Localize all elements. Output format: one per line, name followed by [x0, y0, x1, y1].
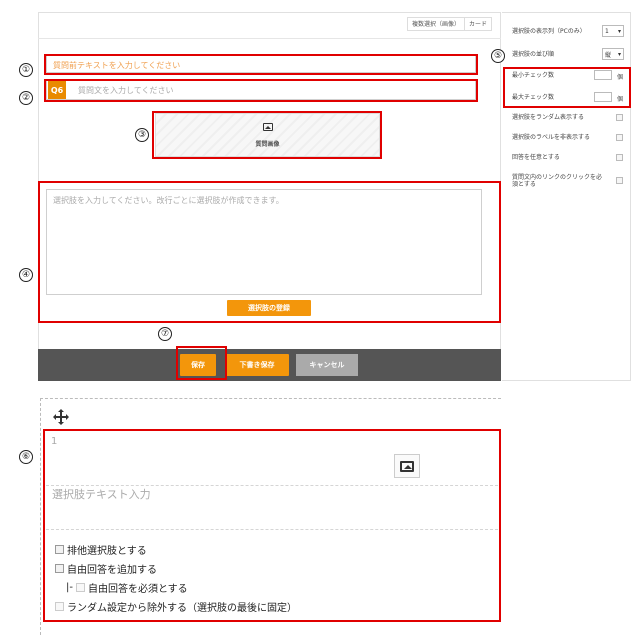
- require-link-click-checkbox[interactable]: [616, 177, 623, 184]
- save-draft-button[interactable]: 下書き保存: [225, 354, 289, 376]
- optional-answer-label: 回答を任意とする: [512, 154, 560, 161]
- random-order-label: 選択肢をランダム表示する: [512, 114, 585, 121]
- callout-box-3: [152, 111, 382, 159]
- columns-value: 1: [605, 27, 609, 35]
- columns-label: 選択肢の表示列（PCのみ）: [512, 28, 586, 35]
- callout-number-7: ⑦: [158, 327, 172, 341]
- callout-number-4: ④: [19, 268, 33, 282]
- cancel-button[interactable]: キャンセル: [296, 354, 358, 376]
- random-order-checkbox[interactable]: [616, 114, 623, 121]
- type-tabs: 複数選択（画像） カード: [407, 17, 493, 31]
- chevron-down-icon: ▾: [617, 27, 621, 35]
- callout-box-2: [44, 79, 478, 102]
- require-link-click-label: 質問文内のリンクのクリックを必須とする: [512, 174, 603, 188]
- columns-select[interactable]: 1 ▾: [602, 25, 624, 37]
- callout-number-6: ⑥: [19, 450, 33, 464]
- callout-number-5: ⑤: [491, 49, 505, 63]
- callout-box-6: [43, 429, 501, 622]
- callout-number-3: ③: [135, 128, 149, 142]
- tab-multi-image[interactable]: 複数選択（画像）: [408, 18, 464, 30]
- hide-labels-label: 選択肢のラベルを非表示する: [512, 134, 591, 141]
- callout-box-1: [44, 54, 478, 75]
- callout-box-7: [176, 346, 227, 380]
- order-select[interactable]: 縦 ▾: [602, 48, 624, 60]
- hide-labels-checkbox[interactable]: [616, 134, 623, 141]
- order-label: 選択肢の並び順: [512, 51, 555, 58]
- callout-number-1: ①: [19, 63, 33, 77]
- callout-box-4: [38, 181, 501, 323]
- tab-card[interactable]: カード: [464, 18, 491, 30]
- callout-box-5: [503, 67, 631, 108]
- divider: [38, 38, 501, 39]
- order-value: 縦: [605, 51, 612, 59]
- chevron-down-icon: ▾: [617, 50, 621, 58]
- move-icon[interactable]: [52, 408, 70, 426]
- optional-answer-checkbox[interactable]: [616, 154, 623, 161]
- callout-number-2: ②: [19, 91, 33, 105]
